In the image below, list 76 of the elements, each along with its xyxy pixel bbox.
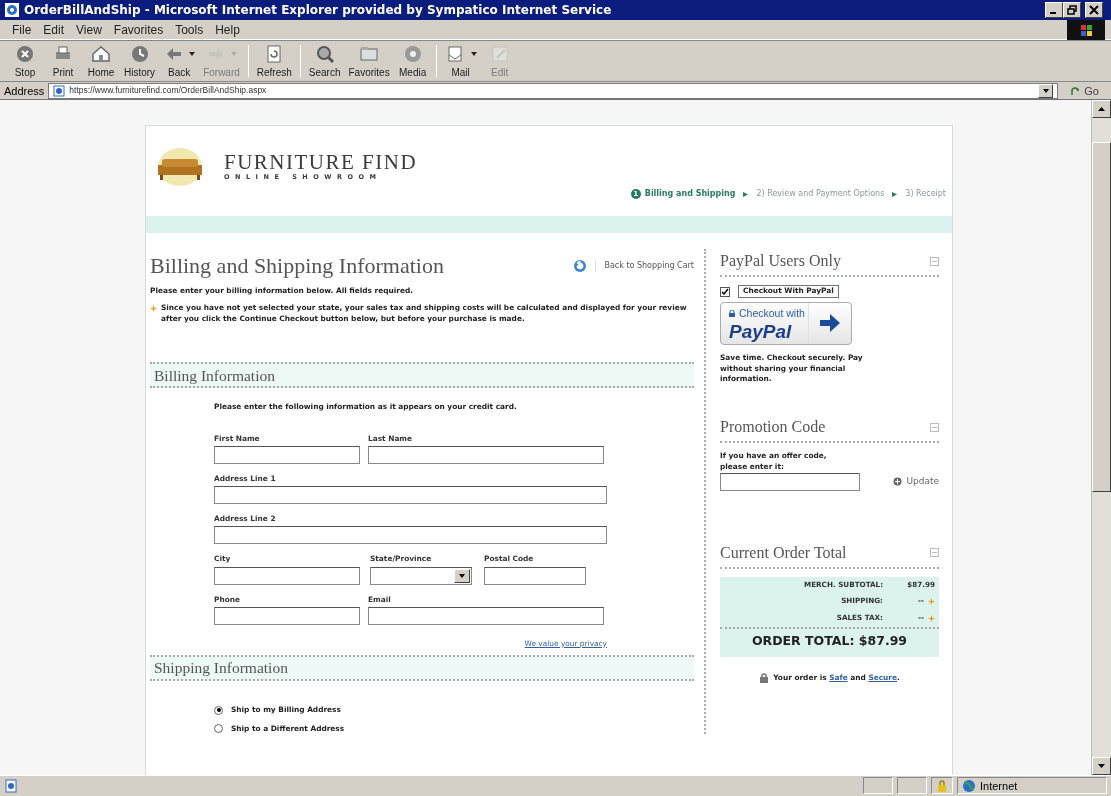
section-header: Billing Information bbox=[150, 362, 694, 389]
chevron-icon bbox=[892, 191, 898, 197]
minimize-button[interactable] bbox=[1045, 2, 1063, 19]
padlock-icon bbox=[937, 779, 947, 792]
text-field[interactable] bbox=[214, 486, 607, 505]
caret-icon[interactable] bbox=[470, 51, 477, 56]
page-icon bbox=[53, 84, 66, 97]
arrow-icon bbox=[1070, 85, 1081, 96]
page-heading: Billing and Shipping Information bbox=[150, 252, 444, 281]
radio-button[interactable] bbox=[214, 705, 223, 715]
chevron-icon bbox=[743, 191, 749, 197]
update-button[interactable]: Update bbox=[893, 474, 939, 489]
toolbar-button[interactable]: Stop bbox=[6, 40, 44, 82]
page-icon bbox=[4, 778, 18, 793]
address-url: https://www.furniturefind.com/OrderBillAndShip.aspx bbox=[69, 84, 268, 98]
toolbar-button[interactable]: Home bbox=[82, 40, 120, 82]
window-title: OrderBillAndShip - Microsoft Internet Explorer provided by Sympatico Internet Service bbox=[24, 2, 612, 20]
menu-item[interactable]: Edit bbox=[37, 20, 71, 39]
sidebar-heading: Current Order Total bbox=[720, 542, 847, 563]
right-arrow-icon bbox=[819, 313, 841, 334]
go-button[interactable]: Go bbox=[1070, 82, 1099, 100]
text-field[interactable] bbox=[368, 446, 604, 465]
caret-icon[interactable] bbox=[189, 51, 196, 56]
section-header: Shipping Information bbox=[150, 654, 694, 681]
logo-text: FURNITURE FIND bbox=[224, 151, 418, 173]
toolbar-button[interactable]: Search bbox=[304, 40, 345, 82]
toolbar-button[interactable]: Mail bbox=[440, 40, 481, 82]
browser-icon bbox=[4, 2, 20, 19]
text-field[interactable] bbox=[214, 446, 360, 465]
address-label: Address bbox=[4, 83, 45, 99]
padlock-icon bbox=[759, 673, 770, 684]
radio-button[interactable] bbox=[214, 724, 223, 734]
menu-item[interactable]: Favorites bbox=[107, 20, 170, 39]
toolbar-button[interactable]: Favorites bbox=[344, 40, 394, 82]
menu-item[interactable]: Tools bbox=[169, 20, 210, 39]
text-field[interactable] bbox=[484, 566, 586, 585]
back-link[interactable]: Back to Shopping Cart bbox=[573, 258, 694, 273]
menu-item[interactable]: Help bbox=[209, 20, 246, 39]
globe-icon bbox=[962, 778, 976, 793]
toolbar-button[interactable]: Media bbox=[393, 40, 432, 82]
restore-button[interactable] bbox=[1063, 2, 1081, 19]
close-icon[interactable] bbox=[1089, 5, 1099, 16]
sidebar-heading: Promotion Code bbox=[720, 417, 826, 438]
star-icon bbox=[150, 304, 157, 312]
text-field[interactable] bbox=[368, 606, 604, 625]
address-field[interactable]: https://www.furniturefind.com/OrderBillAndShip.aspx bbox=[48, 82, 1059, 99]
plus-icon bbox=[893, 477, 903, 487]
dropdown-arrow-icon[interactable] bbox=[459, 573, 465, 578]
checkbox-box[interactable] bbox=[720, 286, 730, 297]
text-field[interactable] bbox=[214, 606, 360, 625]
promo-code-field[interactable] bbox=[720, 472, 860, 491]
scroll-up-icon[interactable] bbox=[1098, 107, 1105, 112]
star-icon bbox=[928, 615, 935, 623]
toolbar-button[interactable]: Print bbox=[44, 40, 82, 82]
state-select[interactable] bbox=[370, 566, 472, 585]
order-total: ORDER TOTAL: $87.99 bbox=[720, 627, 939, 657]
restore-icon[interactable] bbox=[1067, 5, 1077, 16]
toolbar-button[interactable]: Back bbox=[159, 40, 200, 82]
scrollbar[interactable] bbox=[1091, 100, 1111, 775]
flag-logo-icon bbox=[1067, 19, 1105, 40]
text-field[interactable] bbox=[214, 526, 607, 545]
text-field[interactable] bbox=[214, 566, 360, 585]
paypal-checkout-button[interactable]: Checkout with PayPal bbox=[720, 301, 852, 345]
toolbar-button[interactable]: History bbox=[120, 40, 160, 82]
menu-item[interactable]: View bbox=[70, 20, 108, 39]
menu-item[interactable]: File bbox=[6, 20, 38, 39]
status-pane bbox=[863, 777, 893, 795]
status-pane bbox=[897, 777, 927, 795]
dropdown-arrow-icon[interactable] bbox=[1042, 88, 1049, 93]
scroll-down-icon[interactable] bbox=[1098, 763, 1105, 768]
zone-label: Internet bbox=[980, 778, 1018, 794]
star-icon bbox=[928, 598, 935, 606]
toolbar-button[interactable]: Refresh bbox=[252, 40, 296, 82]
padlock-icon bbox=[729, 310, 735, 318]
sidebar-heading: PayPal Users Only bbox=[720, 251, 841, 272]
close-button[interactable] bbox=[1085, 2, 1103, 19]
